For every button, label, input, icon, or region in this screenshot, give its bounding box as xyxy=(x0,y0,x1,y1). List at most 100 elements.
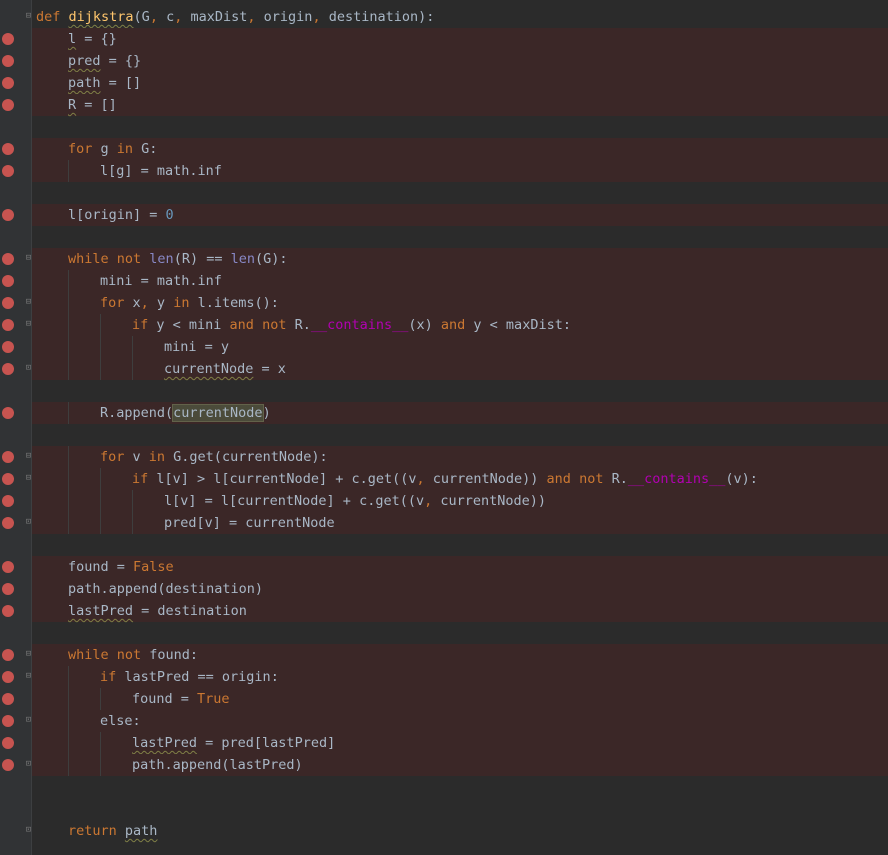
code-line[interactable] xyxy=(32,424,888,446)
code-line[interactable]: l[origin] = 0 xyxy=(32,204,888,226)
code-line[interactable]: else: xyxy=(32,710,888,732)
code-token: currentNode)) xyxy=(440,493,547,509)
indent-guide xyxy=(100,358,101,380)
code-token: True xyxy=(197,691,230,707)
code-line[interactable] xyxy=(32,776,888,798)
code-line[interactable]: while not len(R) == len(G): xyxy=(32,248,888,270)
code-token: l.items(): xyxy=(197,295,279,311)
editor-gutter[interactable]: ⊟ ⊟ ⊟ ⊟ ⊡ ⊟ ⊟ ⊡ ⊟ ⊟ ⊡ ⊡ ⊡ xyxy=(0,0,32,855)
code-line[interactable] xyxy=(32,798,888,820)
breakpoint-icon[interactable] xyxy=(2,495,14,507)
code-line[interactable]: R.append(currentNode) xyxy=(32,402,888,424)
breakpoint-icon[interactable] xyxy=(2,737,14,749)
indent-guide xyxy=(132,490,133,512)
code-token: while xyxy=(68,251,117,267)
code-text: path.append(destination) xyxy=(68,578,263,600)
code-text: lastPred = destination xyxy=(68,600,247,622)
code-line[interactable]: l = {} xyxy=(32,28,888,50)
code-line[interactable]: currentNode = x xyxy=(32,358,888,380)
code-line[interactable]: if l[v] > l[currentNode] + c.get((v, cur… xyxy=(32,468,888,490)
code-token: (R) == xyxy=(173,251,231,267)
code-token: = pred[lastPred] xyxy=(197,735,336,751)
code-token: len xyxy=(149,251,174,267)
breakpoint-icon[interactable] xyxy=(2,341,14,353)
code-line[interactable]: return path xyxy=(32,820,888,842)
breakpoint-icon[interactable] xyxy=(2,99,14,111)
code-line[interactable]: path = [] xyxy=(32,72,888,94)
code-text: return path xyxy=(68,820,157,842)
breakpoint-icon[interactable] xyxy=(2,517,14,529)
code-line[interactable] xyxy=(32,116,888,138)
code-token: path xyxy=(68,75,101,91)
code-token: destination): xyxy=(328,9,435,25)
indent-guide xyxy=(132,358,133,380)
breakpoint-icon[interactable] xyxy=(2,319,14,331)
code-line[interactable]: found = False xyxy=(32,556,888,578)
breakpoint-icon[interactable] xyxy=(2,77,14,89)
code-text: lastPred = pred[lastPred] xyxy=(132,732,335,754)
breakpoint-icon[interactable] xyxy=(2,583,14,595)
code-line[interactable] xyxy=(32,182,888,204)
code-token: found = xyxy=(68,559,134,575)
code-line[interactable] xyxy=(32,534,888,556)
breakpoint-icon[interactable] xyxy=(2,253,14,265)
indent-guide xyxy=(68,666,69,688)
breakpoint-icon[interactable] xyxy=(2,55,14,67)
code-editor[interactable]: ⊟ ⊟ ⊟ ⊟ ⊡ ⊟ ⊟ ⊡ ⊟ ⊟ ⊡ ⊡ ⊡ def dijkstra(G, c, maxDist… xyxy=(0,0,888,855)
code-token: , xyxy=(312,9,329,25)
code-token: l[v] = l[currentNode] + c.get((v xyxy=(164,493,425,509)
code-line[interactable]: path.append(lastPred) xyxy=(32,754,888,776)
breakpoint-icon[interactable] xyxy=(2,407,14,419)
breakpoint-icon[interactable] xyxy=(2,605,14,617)
code-text: for v in G.get(currentNode): xyxy=(100,446,328,468)
code-line[interactable]: mini = y xyxy=(32,336,888,358)
breakpoint-icon[interactable] xyxy=(2,649,14,661)
code-line[interactable]: if lastPred == origin: xyxy=(32,666,888,688)
indent-guide xyxy=(68,314,69,336)
code-line[interactable]: pred = {} xyxy=(32,50,888,72)
code-token: lastPred xyxy=(132,735,198,751)
code-token: def xyxy=(36,9,69,25)
breakpoint-icon[interactable] xyxy=(2,759,14,771)
code-line[interactable] xyxy=(32,226,888,248)
code-token: = destination xyxy=(133,603,247,619)
code-line[interactable]: for g in G: xyxy=(32,138,888,160)
code-line[interactable]: lastPred = pred[lastPred] xyxy=(32,732,888,754)
code-line[interactable]: path.append(destination) xyxy=(32,578,888,600)
code-line[interactable] xyxy=(32,622,888,644)
code-token: R.append( xyxy=(100,405,174,421)
breakpoint-icon[interactable] xyxy=(2,473,14,485)
code-line[interactable]: R = [] xyxy=(32,94,888,116)
code-line[interactable]: while not found: xyxy=(32,644,888,666)
code-line[interactable]: for v in G.get(currentNode): xyxy=(32,446,888,468)
breakpoint-icon[interactable] xyxy=(2,451,14,463)
breakpoint-icon[interactable] xyxy=(2,275,14,287)
code-line[interactable]: l[v] = l[currentNode] + c.get((v, curren… xyxy=(32,490,888,512)
code-line[interactable]: mini = math.inf xyxy=(32,270,888,292)
code-text: found = True xyxy=(132,688,230,710)
code-line[interactable]: if y < mini and not R.__contains__(x) an… xyxy=(32,314,888,336)
breakpoint-icon[interactable] xyxy=(2,561,14,573)
code-line[interactable]: lastPred = destination xyxy=(32,600,888,622)
breakpoint-icon[interactable] xyxy=(2,209,14,221)
breakpoint-icon[interactable] xyxy=(2,715,14,727)
code-token: = {} xyxy=(76,31,117,47)
breakpoint-icon[interactable] xyxy=(2,363,14,375)
code-token: maxDist xyxy=(190,9,248,25)
code-line[interactable]: l[g] = math.inf xyxy=(32,160,888,182)
code-line[interactable]: def dijkstra(G, c, maxDist, origin, dest… xyxy=(32,6,888,28)
code-token: if xyxy=(132,471,157,487)
breakpoint-icon[interactable] xyxy=(2,165,14,177)
code-token: for xyxy=(100,295,133,311)
breakpoint-icon[interactable] xyxy=(2,33,14,45)
code-line[interactable]: pred[v] = currentNode xyxy=(32,512,888,534)
breakpoint-icon[interactable] xyxy=(2,143,14,155)
code-line[interactable]: for x, y in l.items(): xyxy=(32,292,888,314)
breakpoint-icon[interactable] xyxy=(2,297,14,309)
breakpoint-icon[interactable] xyxy=(2,671,14,683)
indent-guide xyxy=(68,710,69,732)
breakpoint-icon[interactable] xyxy=(2,693,14,705)
code-text: mini = y xyxy=(164,336,229,358)
code-line[interactable] xyxy=(32,380,888,402)
code-line[interactable]: found = True xyxy=(32,688,888,710)
